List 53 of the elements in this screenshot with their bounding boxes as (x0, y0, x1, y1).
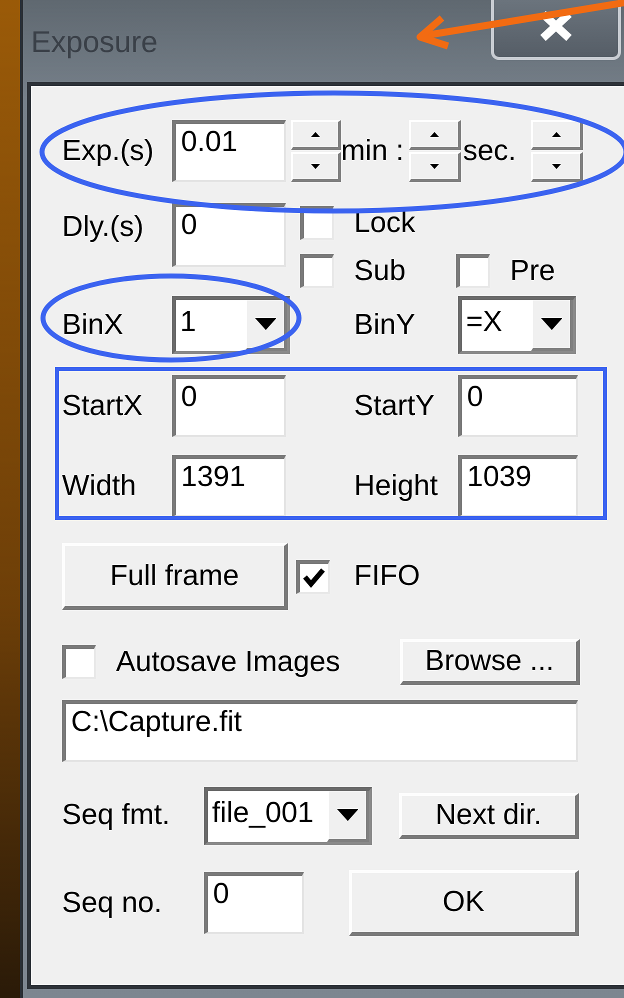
field-label: Seq no. (62, 886, 163, 920)
spin-up-button[interactable] (409, 120, 461, 150)
ok-button[interactable]: OK (349, 870, 579, 936)
check-icon (303, 568, 325, 588)
checkbox-label: Lock (354, 206, 416, 240)
input-field[interactable]: 0 (204, 872, 304, 934)
spin-up-button[interactable] (531, 120, 583, 150)
field-label: StartX (62, 390, 144, 422)
field-label: sec. (463, 134, 518, 168)
field-label: Dly.(s) (62, 211, 145, 244)
field-label: BinX (62, 308, 124, 342)
checkbox[interactable] (300, 254, 334, 288)
field-label: Height (354, 470, 439, 502)
input-field[interactable]: 0.01 (172, 120, 286, 182)
checkbox[interactable] (456, 254, 490, 288)
dropdown[interactable]: 1 (172, 296, 290, 354)
field-label: Width (62, 470, 138, 502)
dropdown[interactable]: file_001 (204, 786, 372, 844)
browse-button[interactable]: Browse ... (400, 639, 580, 685)
down-arrow-icon (430, 164, 439, 169)
spin-down-button[interactable] (409, 152, 461, 182)
dropdown[interactable]: =X (458, 296, 576, 354)
up-arrow-icon (430, 132, 439, 137)
checkbox-label: Sub (354, 254, 407, 288)
checkbox[interactable] (296, 560, 330, 594)
field-label: StartY (354, 390, 436, 422)
field-label: BinY (354, 308, 416, 342)
checkbox[interactable] (62, 645, 96, 679)
field-label: Exp.(s) (62, 134, 155, 168)
input-field[interactable]: 0 (172, 203, 286, 267)
checkbox-label: Pre (510, 254, 556, 288)
up-arrow-icon (311, 132, 320, 137)
next-dir-button[interactable]: Next dir. (399, 792, 579, 838)
down-arrow-icon (311, 164, 320, 169)
dropdown-arrow-icon (254, 318, 276, 330)
up-arrow-icon (552, 132, 561, 137)
close-icon (539, 10, 573, 40)
full-frame-button[interactable]: Full frame (62, 543, 288, 610)
checkbox-label: Autosave Images (116, 646, 342, 678)
dropdown-arrow-icon (336, 808, 358, 820)
spin-up-button[interactable] (291, 120, 341, 150)
spin-down-button[interactable] (531, 152, 583, 182)
spin-down-button[interactable] (291, 152, 341, 182)
path-field[interactable]: C:\Capture.fit (62, 700, 578, 762)
input-field[interactable]: 1039 (458, 455, 578, 517)
checkbox-label: FIFO (354, 560, 422, 593)
field-label: min : (341, 134, 405, 168)
input-field[interactable]: 0 (458, 375, 578, 437)
down-arrow-icon (552, 164, 561, 169)
dropdown-arrow-icon (540, 318, 562, 330)
field-label: Seq fmt. (62, 799, 171, 832)
input-field[interactable]: 1391 (172, 455, 286, 517)
input-field[interactable]: 0 (172, 375, 286, 437)
